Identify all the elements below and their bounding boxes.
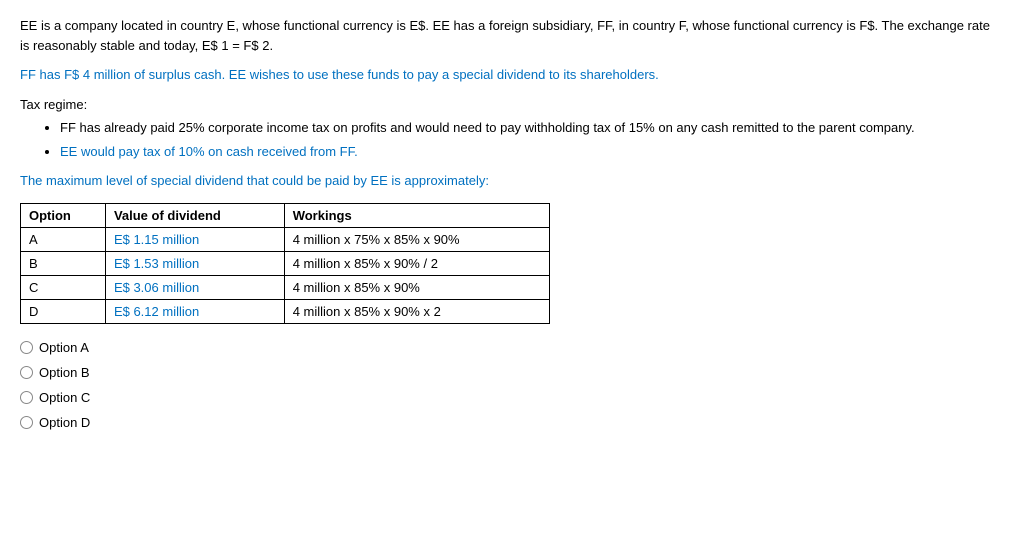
table-cell-workings-0: 4 million x 75% x 85% x 90%	[284, 227, 549, 251]
table-cell-workings-2: 4 million x 85% x 90%	[284, 275, 549, 299]
intro-paragraph: EE is a company located in country E, wh…	[20, 16, 999, 55]
radio-item-optB[interactable]: Option B	[20, 365, 999, 380]
table-header-row: Option Value of dividend Workings	[21, 203, 550, 227]
radio-group: Option A Option B Option C Option D	[20, 340, 999, 430]
options-table: Option Value of dividend Workings AE$ 1.…	[20, 203, 550, 324]
radio-label-optC: Option C	[39, 390, 90, 405]
table-cell-option-3: D	[21, 299, 106, 323]
radio-circle-optC	[20, 391, 33, 404]
col-header-workings: Workings	[284, 203, 549, 227]
col-header-option: Option	[21, 203, 106, 227]
table-row: CE$ 3.06 million4 million x 85% x 90%	[21, 275, 550, 299]
radio-circle-optA	[20, 341, 33, 354]
table-cell-option-2: C	[21, 275, 106, 299]
bullet-item-1: FF has already paid 25% corporate income…	[60, 118, 999, 138]
table-row: BE$ 1.53 million4 million x 85% x 90% / …	[21, 251, 550, 275]
radio-circle-optB	[20, 366, 33, 379]
bullet-1-text: FF has already paid 25% corporate income…	[60, 120, 915, 135]
table-cell-option-0: A	[21, 227, 106, 251]
tax-regime-label: Tax regime:	[20, 95, 999, 115]
radio-label-optD: Option D	[39, 415, 90, 430]
radio-item-optD[interactable]: Option D	[20, 415, 999, 430]
content-area: EE is a company located in country E, wh…	[20, 16, 999, 430]
table-cell-workings-1: 4 million x 85% x 90% / 2	[284, 251, 549, 275]
table-cell-value-1: E$ 1.53 million	[105, 251, 284, 275]
table-cell-option-1: B	[21, 251, 106, 275]
table-cell-value-0: E$ 1.15 million	[105, 227, 284, 251]
col-header-value: Value of dividend	[105, 203, 284, 227]
table-row: AE$ 1.15 million4 million x 75% x 85% x …	[21, 227, 550, 251]
radio-label-optA: Option A	[39, 340, 89, 355]
radio-item-optA[interactable]: Option A	[20, 340, 999, 355]
table-cell-workings-3: 4 million x 85% x 90% x 2	[284, 299, 549, 323]
radio-label-optB: Option B	[39, 365, 90, 380]
bullet-2-text: EE would pay tax of 10% on cash received…	[60, 144, 358, 159]
table-cell-value-3: E$ 6.12 million	[105, 299, 284, 323]
question-text: The maximum level of special dividend th…	[20, 171, 999, 191]
radio-item-optC[interactable]: Option C	[20, 390, 999, 405]
table-cell-value-2: E$ 3.06 million	[105, 275, 284, 299]
tax-bullet-list: FF has already paid 25% corporate income…	[60, 118, 999, 161]
bullet-item-2: EE would pay tax of 10% on cash received…	[60, 142, 999, 162]
table-row: DE$ 6.12 million4 million x 85% x 90% x …	[21, 299, 550, 323]
radio-circle-optD	[20, 416, 33, 429]
surplus-paragraph: FF has F$ 4 million of surplus cash. EE …	[20, 65, 999, 85]
